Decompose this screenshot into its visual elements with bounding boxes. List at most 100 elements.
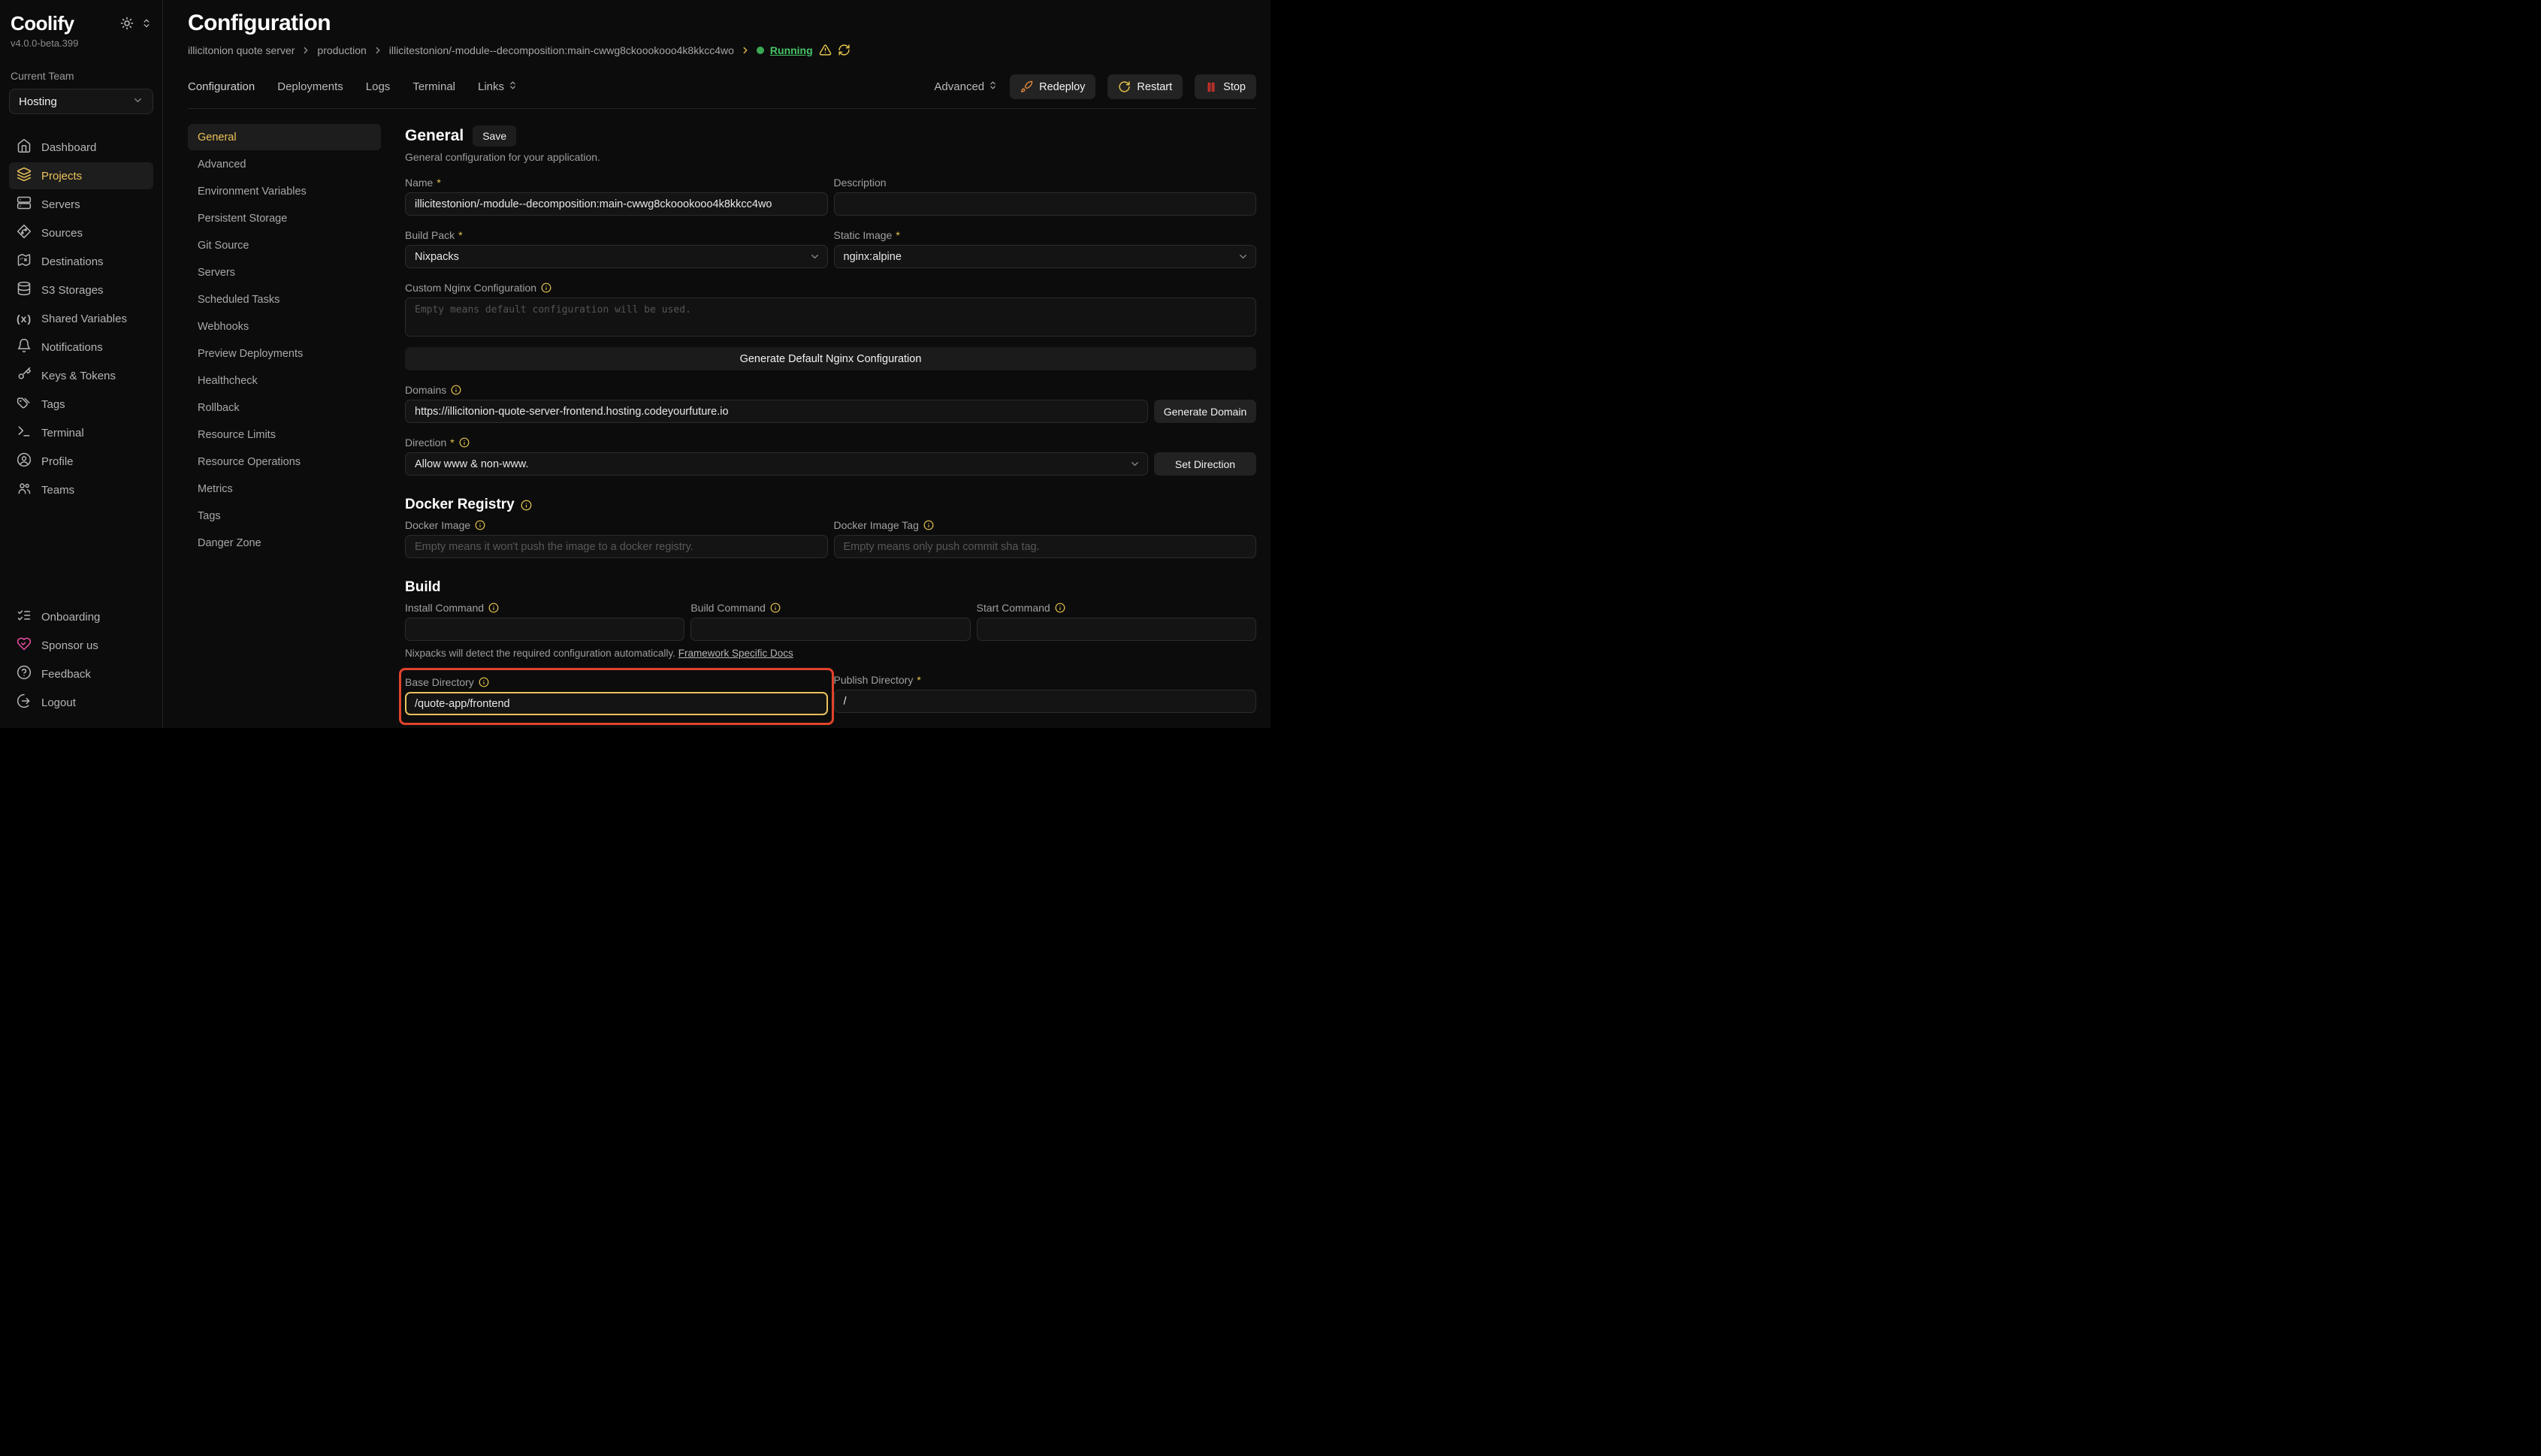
static-image-select[interactable]: nginx:alpine: [834, 245, 1257, 268]
sidebar-item-label: Feedback: [41, 668, 91, 681]
sidebar-item-onboarding[interactable]: Onboarding: [9, 603, 153, 630]
generate-nginx-button[interactable]: Generate Default Nginx Configuration: [405, 347, 1256, 370]
build-command-input[interactable]: [690, 618, 970, 641]
sidebar-item-sponsor[interactable]: Sponsor us: [9, 632, 153, 659]
redeploy-button[interactable]: Redeploy: [1010, 74, 1095, 99]
theme-sun-icon[interactable]: [120, 17, 134, 30]
advanced-menu[interactable]: Advanced: [934, 80, 998, 93]
sidebar-item-s3-storages[interactable]: S3 Storages: [9, 276, 153, 304]
tab-configuration[interactable]: Configuration: [188, 80, 255, 93]
sidebar-item-tags[interactable]: Tags: [9, 391, 153, 418]
tab-links[interactable]: Links: [478, 80, 518, 93]
subnav-resource-limits[interactable]: Resource Limits: [188, 421, 381, 448]
subnav-persistent-storage[interactable]: Persistent Storage: [188, 205, 381, 231]
build-pack-select[interactable]: Nixpacks: [405, 245, 828, 268]
subnav-webhooks[interactable]: Webhooks: [188, 313, 381, 340]
save-button[interactable]: Save: [473, 125, 516, 147]
sidebar-item-teams[interactable]: Teams: [9, 476, 153, 503]
chevrons-up-down-icon: [988, 80, 998, 93]
sidebar-item-shared-variables[interactable]: (x) Shared Variables: [9, 305, 153, 332]
tab-deployments[interactable]: Deployments: [277, 80, 343, 93]
sidebar-item-label: Logout: [41, 696, 76, 709]
stop-button[interactable]: Stop: [1195, 74, 1256, 99]
sidebar-item-label: Sources: [41, 227, 83, 240]
subnav-git-source[interactable]: Git Source: [188, 232, 381, 258]
settings-subnav: General Advanced Environment Variables P…: [188, 124, 381, 728]
logout-icon: [17, 693, 32, 711]
subnav-healthcheck[interactable]: Healthcheck: [188, 367, 381, 394]
sidebar-item-keys-tokens[interactable]: Keys & Tokens: [9, 362, 153, 389]
name-input[interactable]: [405, 192, 828, 216]
pause-icon: [1205, 81, 1217, 93]
subnav-tags[interactable]: Tags: [188, 503, 381, 529]
team-select[interactable]: Hosting: [9, 89, 153, 114]
subnav-scheduled-tasks[interactable]: Scheduled Tasks: [188, 286, 381, 313]
docker-image-label: Docker Image: [405, 519, 828, 531]
tab-logs[interactable]: Logs: [366, 80, 391, 93]
breadcrumb-environment[interactable]: production: [317, 44, 366, 56]
refresh-icon[interactable]: [838, 44, 851, 56]
domains-input[interactable]: [405, 400, 1148, 423]
subnav-servers[interactable]: Servers: [188, 259, 381, 285]
custom-nginx-textarea[interactable]: [405, 298, 1256, 337]
subnav-danger-zone[interactable]: Danger Zone: [188, 530, 381, 556]
subnav-preview-deployments[interactable]: Preview Deployments: [188, 340, 381, 367]
help-circle-icon: [17, 665, 32, 683]
key-icon: [17, 367, 32, 385]
sidebar-item-label: Sponsor us: [41, 639, 98, 652]
generate-domain-button[interactable]: Generate Domain: [1154, 400, 1256, 423]
publish-directory-input[interactable]: [834, 690, 1257, 713]
chevrons-up-down-icon[interactable]: [141, 18, 152, 29]
subnav-resource-operations[interactable]: Resource Operations: [188, 449, 381, 475]
tags-icon: [17, 395, 32, 413]
sidebar-item-projects[interactable]: Projects: [9, 162, 153, 189]
section-heading-build: Build: [405, 579, 1256, 596]
docker-image-tag-label: Docker Image Tag: [834, 519, 1257, 531]
sidebar-item-label: S3 Storages: [41, 284, 104, 297]
sidebar-item-servers[interactable]: Servers: [9, 191, 153, 218]
sidebar-item-profile[interactable]: Profile: [9, 448, 153, 475]
framework-docs-link[interactable]: Framework Specific Docs: [678, 648, 793, 659]
sidebar-item-sources[interactable]: Sources: [9, 219, 153, 246]
subnav-environment-variables[interactable]: Environment Variables: [188, 178, 381, 204]
subnav-metrics[interactable]: Metrics: [188, 476, 381, 502]
start-command-label: Start Command: [977, 602, 1256, 614]
sidebar-item-destinations[interactable]: Destinations: [9, 248, 153, 275]
subnav-advanced[interactable]: Advanced: [188, 151, 381, 177]
publish-directory-label: Publish Directory*: [834, 674, 1257, 686]
subnav-rollback[interactable]: Rollback: [188, 394, 381, 421]
sidebar-item-logout[interactable]: Logout: [9, 689, 153, 716]
sidebar-item-feedback[interactable]: Feedback: [9, 660, 153, 687]
sidebar-item-dashboard[interactable]: Dashboard: [9, 134, 153, 161]
sidebar-item-label: Teams: [41, 484, 74, 497]
users-icon: [17, 481, 32, 499]
sidebar-item-terminal[interactable]: Terminal: [9, 419, 153, 446]
tab-terminal[interactable]: Terminal: [412, 80, 455, 93]
direction-label: Direction*: [405, 436, 1256, 449]
sidebar-item-label: Notifications: [41, 341, 103, 354]
sidebar-item-label: Projects: [41, 170, 82, 183]
warning-triangle-icon[interactable]: [819, 44, 832, 56]
info-icon: [479, 677, 489, 687]
general-form: General Save General configuration for y…: [405, 124, 1256, 728]
description-input[interactable]: [834, 192, 1257, 216]
breadcrumb-project[interactable]: illicitonion quote server: [188, 44, 295, 56]
sidebar: Coolify v4.0.0-beta.399 Current Team Hos…: [0, 0, 163, 728]
base-directory-input[interactable]: [405, 692, 828, 715]
sidebar-item-notifications[interactable]: Notifications: [9, 334, 153, 361]
set-direction-button[interactable]: Set Direction: [1154, 452, 1256, 476]
docker-image-input[interactable]: [405, 535, 828, 558]
variable-icon: (x): [17, 313, 32, 325]
home-icon: [17, 138, 32, 156]
install-command-input[interactable]: [405, 618, 684, 641]
chevron-down-icon: [809, 251, 820, 262]
breadcrumb-application[interactable]: illicitestonion/-module--decomposition:m…: [389, 44, 734, 56]
status-badge[interactable]: Running: [770, 44, 813, 56]
restart-button[interactable]: Restart: [1107, 74, 1183, 99]
section-heading-docker-registry: Docker Registry: [405, 497, 1256, 513]
docker-image-tag-input[interactable]: [834, 535, 1257, 558]
direction-select[interactable]: Allow www & non-www.: [405, 452, 1148, 476]
subnav-general[interactable]: General: [188, 124, 381, 150]
start-command-input[interactable]: [977, 618, 1256, 641]
map-icon: [17, 252, 32, 270]
